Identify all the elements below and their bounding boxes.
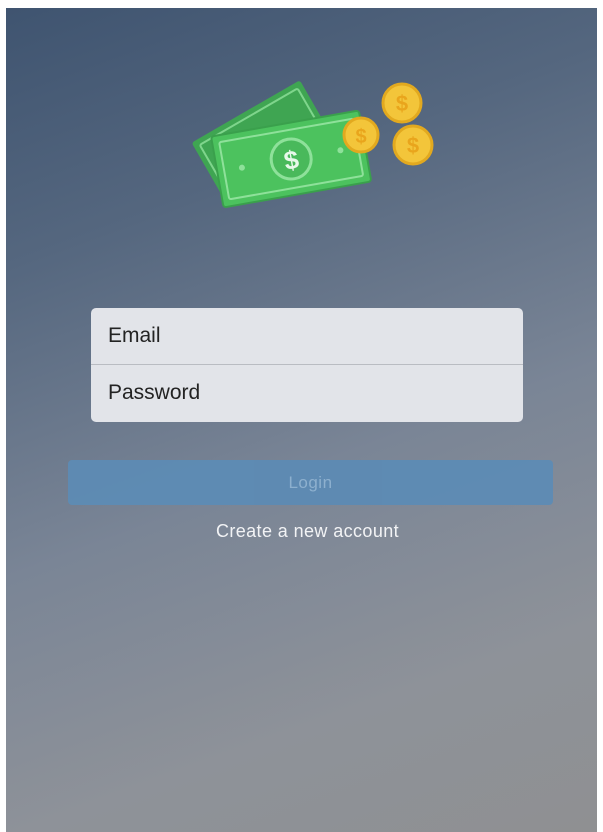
coin-icon: $ [381, 82, 423, 124]
login-form [91, 308, 523, 422]
password-field[interactable] [91, 365, 523, 421]
email-field[interactable] [91, 308, 523, 364]
create-account-link[interactable]: Create a new account [6, 521, 597, 542]
money-logo-icon: $ $ $ $ [192, 81, 434, 208]
coin-icon: $ [392, 124, 434, 166]
login-button[interactable]: Login [68, 460, 553, 505]
svg-text:$: $ [407, 133, 419, 158]
coin-icon: $ [342, 116, 380, 154]
login-button-label: Login [288, 472, 333, 492]
svg-text:$: $ [355, 126, 366, 148]
login-screen: $ $ $ $ Login Create a new account [6, 8, 597, 832]
svg-text:$: $ [396, 91, 408, 116]
